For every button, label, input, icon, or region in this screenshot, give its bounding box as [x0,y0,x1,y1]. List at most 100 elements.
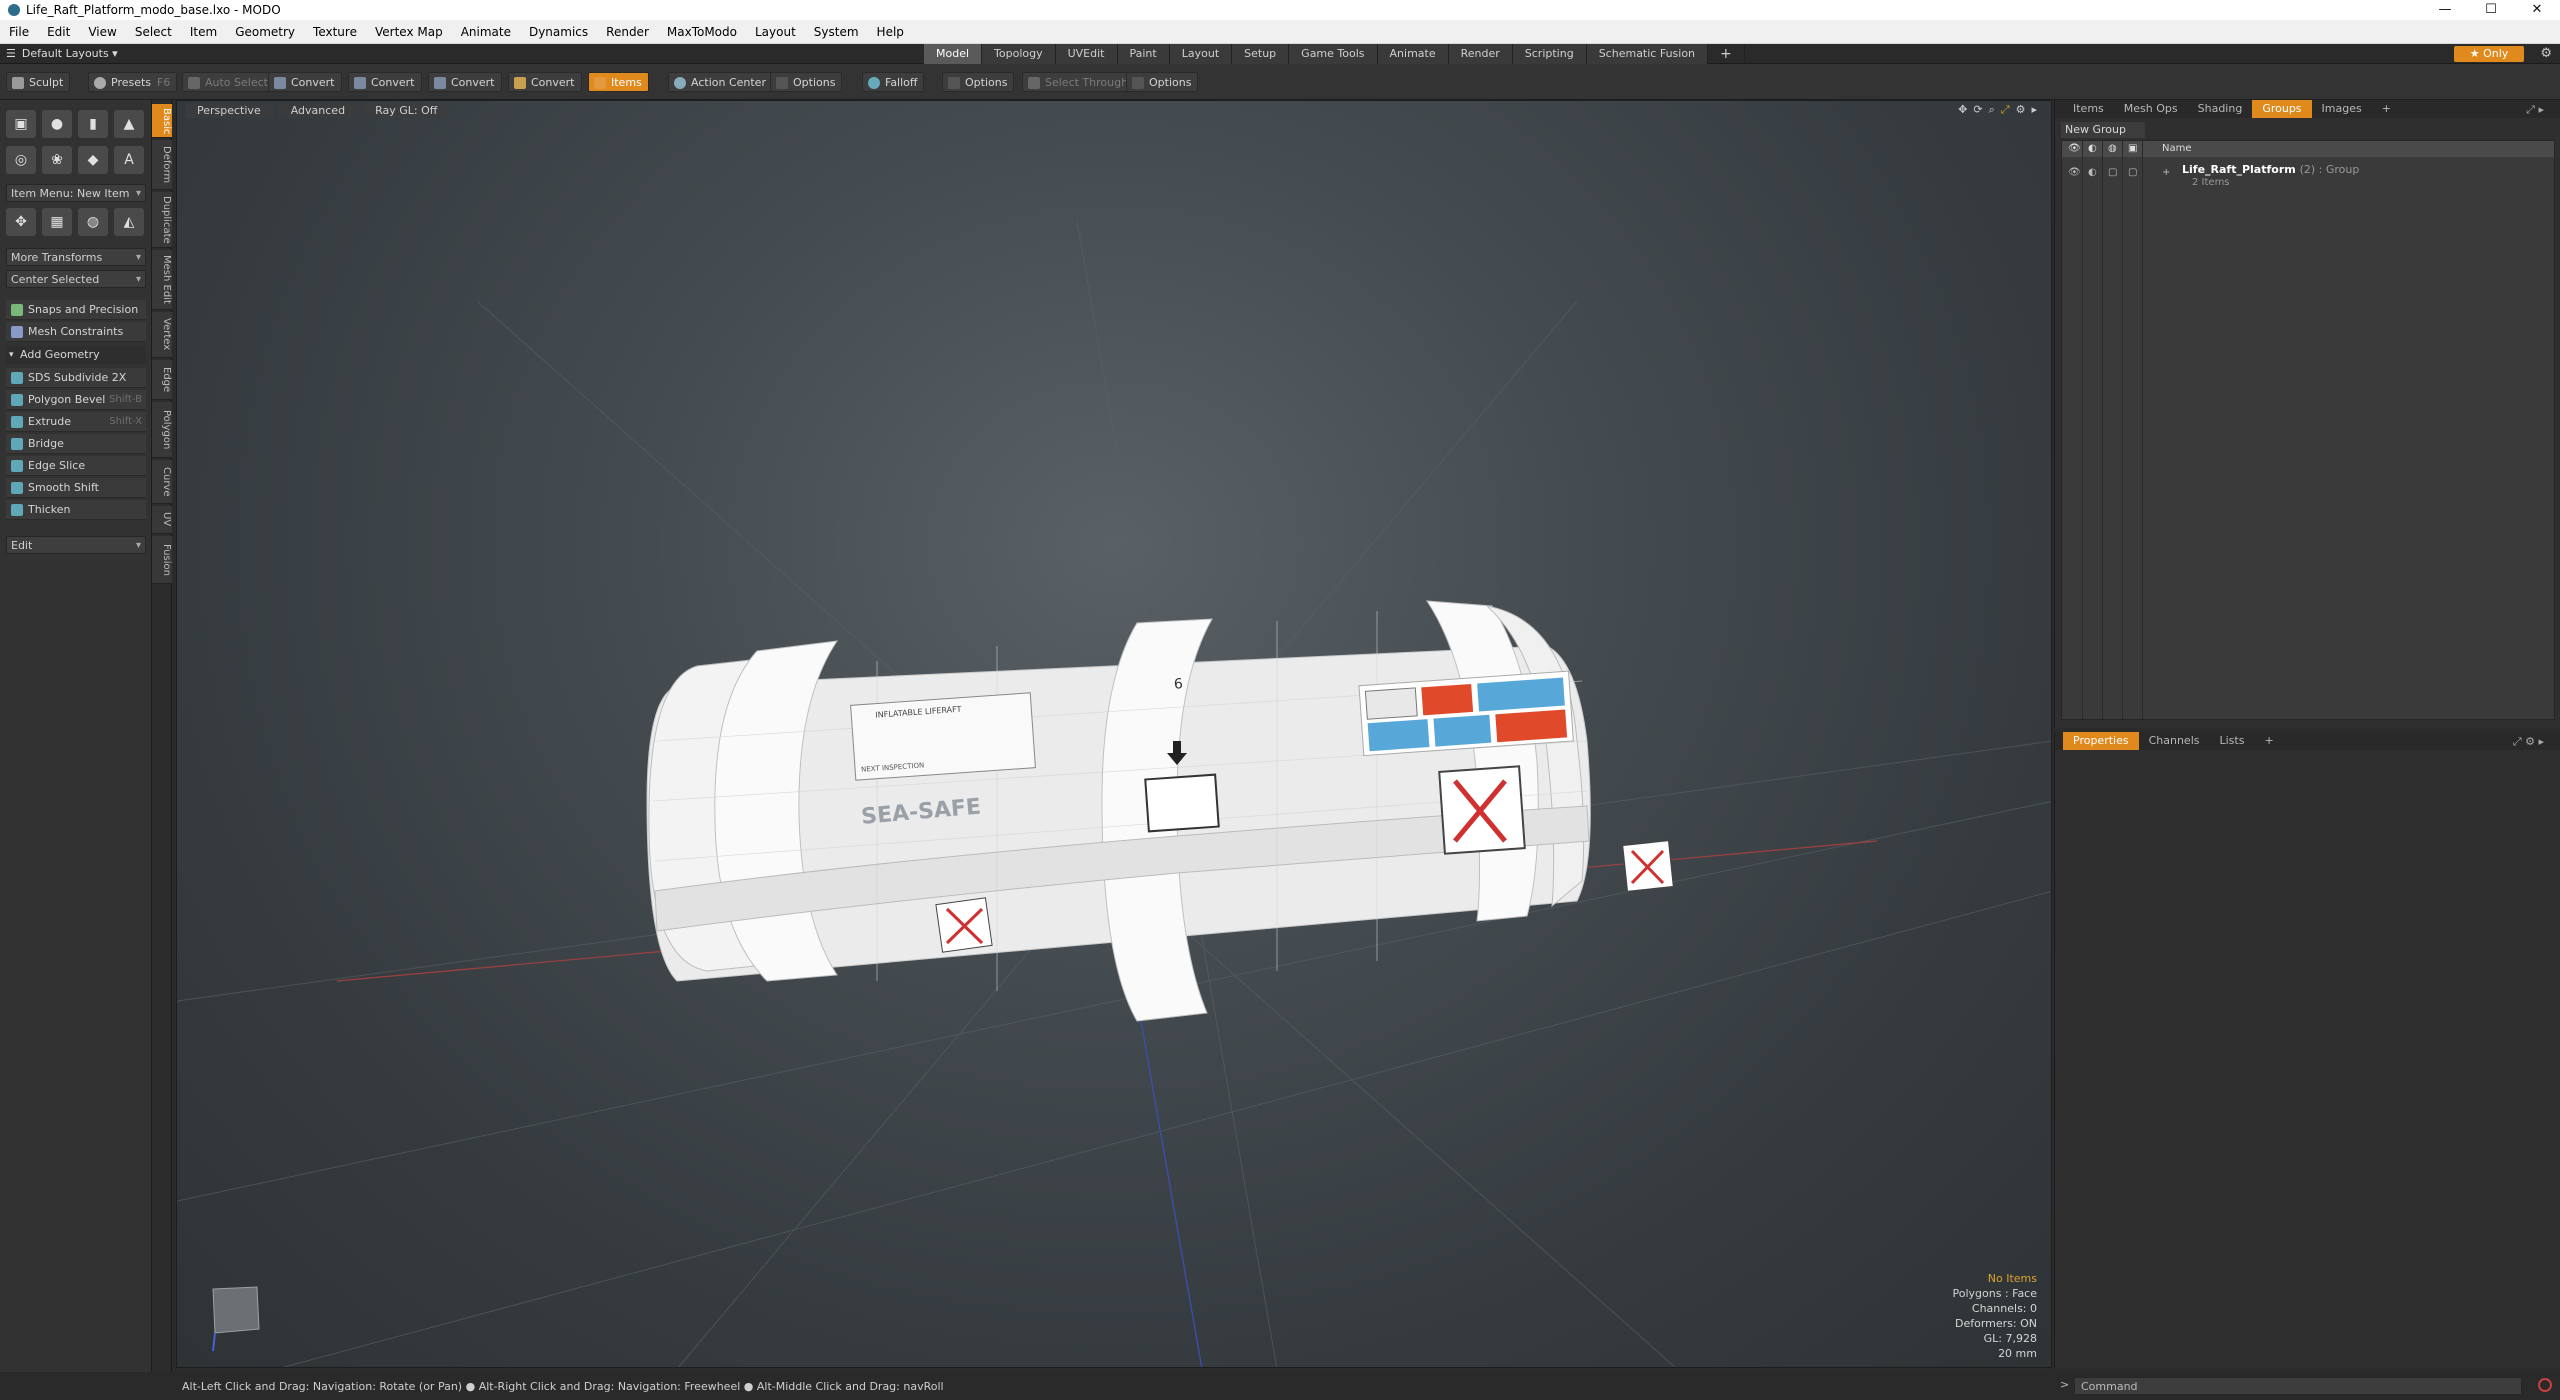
menu-geometry[interactable]: Geometry [226,25,304,39]
tool-bridge[interactable]: Bridge [6,434,146,454]
command-history-icon[interactable]: > [2060,1378,2069,1391]
edit-dropdown[interactable]: Edit [6,536,146,555]
visibility-column-icon[interactable]: 👁 [2068,141,2081,157]
mesh-constraints-button[interactable]: Mesh Constraints [6,322,146,342]
shear-icon[interactable]: ◭ [114,208,144,236]
items-mode-button[interactable]: Items [588,72,649,92]
minimize-icon[interactable]: — [2422,0,2468,20]
vtab-edge[interactable]: Edge [152,360,172,400]
tab-topology[interactable]: Topology [982,44,1056,64]
select-column-icon[interactable]: ▣ [2128,141,2137,157]
tab-layout[interactable]: Layout [1169,44,1233,64]
tool-thicken[interactable]: Thicken [6,500,146,520]
vtab-uv[interactable]: UV [152,506,172,534]
stop-icon[interactable] [2538,1378,2552,1392]
tool-smooth-shift[interactable]: Smooth Shift [6,478,146,498]
convert-edges-button[interactable]: Convert [348,72,422,92]
grid-icon[interactable]: ▦ [42,208,72,236]
more-transforms-dropdown[interactable]: More Transforms [6,248,146,267]
menu-help[interactable]: Help [868,25,913,39]
cube-icon[interactable]: ▣ [6,110,36,138]
tab-mesh-ops[interactable]: Mesh Ops [2114,100,2188,118]
menu-layout[interactable]: Layout [746,25,805,39]
layout-selector[interactable]: ☰ Default Layouts ▾ [6,47,118,60]
menu-vertex-map[interactable]: Vertex Map [366,25,452,39]
select-through-button[interactable]: Select Through [1022,72,1136,92]
menu-system[interactable]: System [805,25,868,39]
tool-extrude[interactable]: Extrude Shift-X [6,412,146,432]
tab-animate[interactable]: Animate [1377,44,1449,64]
close-icon[interactable]: ✕ [2514,0,2560,20]
falloff-options-button[interactable]: Options [942,72,1015,92]
transform-icon[interactable]: ✥ [6,208,36,236]
add-layout-tab-button[interactable]: + [1708,44,1745,64]
cylinder-icon[interactable]: ▮ [78,110,108,138]
vtab-vertex[interactable]: Vertex [152,312,172,358]
vtab-mesh-edit[interactable]: Mesh Edit [152,250,172,310]
menu-file[interactable]: File [0,25,38,39]
menu-texture[interactable]: Texture [304,25,366,39]
cone-icon[interactable]: ▲ [114,110,144,138]
only-button[interactable]: ★ Only [2454,46,2524,62]
falloff-button[interactable]: Falloff [862,72,925,92]
tab-lists[interactable]: Lists [2210,732,2255,750]
command-input[interactable]: Command [2074,1377,2522,1395]
panel-expand-icon[interactable]: ⤢ ⚙ ▸ [2503,733,2554,751]
convert-vertices-button[interactable]: Convert [268,72,342,92]
tab-scripting[interactable]: Scripting [1512,44,1587,64]
tab-uvedit[interactable]: UVEdit [1055,44,1118,64]
render-column-icon[interactable]: ◐ [2088,141,2097,157]
tab-images[interactable]: Images [2312,100,2372,118]
vtab-deform[interactable]: Deform [152,140,172,190]
sphere-icon[interactable]: ● [42,110,72,138]
menu-animate[interactable]: Animate [452,25,520,39]
tab-model[interactable]: Model [924,44,983,64]
lock-column-icon[interactable]: ◍ [2108,141,2117,157]
torus-icon[interactable]: ◎ [6,146,36,174]
auto-select-button[interactable]: Auto Select [182,72,275,92]
vtab-polygon[interactable]: Polygon [152,402,172,458]
add-geometry-section[interactable]: Add Geometry [6,346,146,364]
render-toggle-icon[interactable]: ◐ [2088,167,2097,178]
menu-item[interactable]: Item [181,25,226,39]
tool-edge-slice[interactable]: Edge Slice [6,456,146,476]
tab-groups[interactable]: Groups [2252,100,2312,118]
tab-properties[interactable]: Properties [2063,732,2139,750]
tab-render[interactable]: Render [1448,44,1513,64]
tab-items[interactable]: Items [2063,100,2114,118]
group-row[interactable]: 👁 ◐ ▢ ▢ + Life_Raft_Platform (2) : Group… [2062,163,2554,191]
tool-sds-subdivide[interactable]: SDS Subdivide 2X [6,368,146,388]
add-tab-button[interactable]: + [2254,732,2283,750]
tab-schematic-fusion[interactable]: Schematic Fusion [1586,44,1709,64]
pen-icon[interactable]: ◆ [78,146,108,174]
new-group-button[interactable]: New Group [2061,122,2145,138]
select-toggle-icon[interactable]: ▢ [2128,167,2137,178]
capsule-icon[interactable]: ❀ [42,146,72,174]
tab-shading[interactable]: Shading [2188,100,2253,118]
lock-toggle-icon[interactable]: ▢ [2108,167,2117,178]
vtab-duplicate[interactable]: Duplicate [152,192,172,248]
tool-polygon-bevel[interactable]: Polygon Bevel Shift-B [6,390,146,410]
tab-setup[interactable]: Setup [1232,44,1290,64]
menu-render[interactable]: Render [597,25,658,39]
presets-button[interactable]: Presets F6 [88,72,178,92]
item-menu-dropdown[interactable]: Item Menu: New Item [6,184,146,203]
menu-dynamics[interactable]: Dynamics [520,25,597,39]
tab-paint[interactable]: Paint [1117,44,1170,64]
name-column-header[interactable]: Name [2162,141,2192,157]
action-center-options-button[interactable]: Options [770,72,843,92]
vtab-curve[interactable]: Curve [152,460,172,504]
menu-maxtomodo[interactable]: MaxToModo [658,25,746,39]
gear-icon[interactable]: ⚙ [2540,46,2552,61]
vtab-fusion[interactable]: Fusion [152,536,172,584]
tab-game-tools[interactable]: Game Tools [1289,44,1378,64]
expand-icon[interactable]: + [2162,167,2170,178]
eye-icon[interactable]: 👁 [2068,167,2081,178]
life-raft-model[interactable]: INFLATABLE LIFERAFT 6 NEXT INSPECTION SE… [646,600,1674,1022]
maximize-icon[interactable]: ☐ [2468,0,2514,20]
panel-expand-icon[interactable]: ⤢ ▸ [2516,101,2554,119]
add-tab-button[interactable]: + [2372,100,2401,118]
convert-materials-button[interactable]: Convert [508,72,582,92]
menu-select[interactable]: Select [126,25,181,39]
menu-edit[interactable]: Edit [38,25,79,39]
